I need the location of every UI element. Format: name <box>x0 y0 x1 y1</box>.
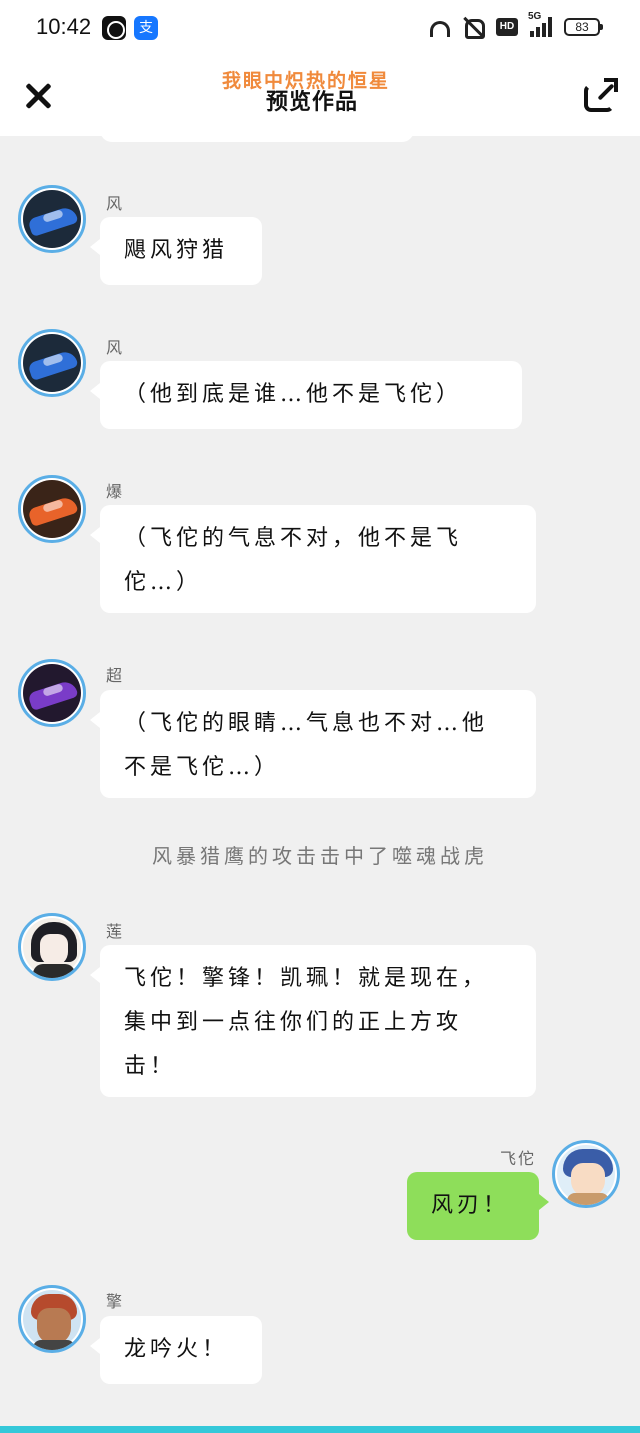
battery-icon: 83 <box>564 18 603 36</box>
bottom-accent-bar <box>0 1426 640 1433</box>
status-bar: 10:42 支 HD 5G 83 <box>0 0 640 56</box>
avatar[interactable] <box>18 329 86 397</box>
alipay-icon: 支 <box>134 16 158 40</box>
car-avatar-image <box>23 334 81 392</box>
avatar[interactable] <box>18 1285 86 1353</box>
car-avatar-image <box>23 480 81 538</box>
character-avatar-image <box>23 918 81 978</box>
character-avatar-image <box>23 1290 81 1350</box>
sender-name: 飞佗 <box>499 1149 536 1168</box>
status-indicators: HD 5G 83 <box>430 11 603 39</box>
narration-text: 风暴猎鹰的攻击击中了噬魂战虎 <box>152 844 488 868</box>
message-bubble[interactable]: （他到底是谁…他不是飞佗） <box>90 361 522 429</box>
character-avatar-image <box>557 1145 615 1205</box>
k-app-icon <box>102 16 126 40</box>
hd-icon: HD <box>496 18 518 36</box>
avatar[interactable] <box>552 1140 620 1208</box>
message-bubble[interactable]: 飓风狩猎 <box>90 217 262 285</box>
headphones-icon <box>430 21 450 37</box>
signal-icon: 5G <box>528 11 552 37</box>
avatar[interactable] <box>18 475 86 543</box>
page-title: 预览作品 <box>266 89 359 115</box>
avatar[interactable] <box>18 185 86 253</box>
avatar[interactable] <box>18 659 86 727</box>
message-bubble[interactable]: 龙吟火！ <box>90 1316 262 1384</box>
avatar[interactable] <box>18 913 86 981</box>
mute-bell-icon <box>462 16 485 39</box>
message-bubble[interactable]: 飞佗！擎锋！凯珮！就是现在，集中到一点往你们的正上方攻击！ <box>90 945 536 1097</box>
close-icon[interactable] <box>24 82 52 110</box>
status-time: 10:42 <box>36 14 92 39</box>
car-avatar-image <box>23 664 81 722</box>
car-avatar-image <box>23 190 81 248</box>
message-bubble[interactable]: 风刃！ <box>407 1172 549 1240</box>
message-bubble[interactable]: （飞佗的气息不对，他不是飞佗…） <box>90 505 536 613</box>
network-type: 5G <box>528 11 542 22</box>
previous-bubble-edge <box>100 120 414 142</box>
message-bubble[interactable]: （飞佗的眼睛…气息也不对…他不是飞佗…） <box>90 690 536 798</box>
share-icon[interactable] <box>584 78 618 112</box>
